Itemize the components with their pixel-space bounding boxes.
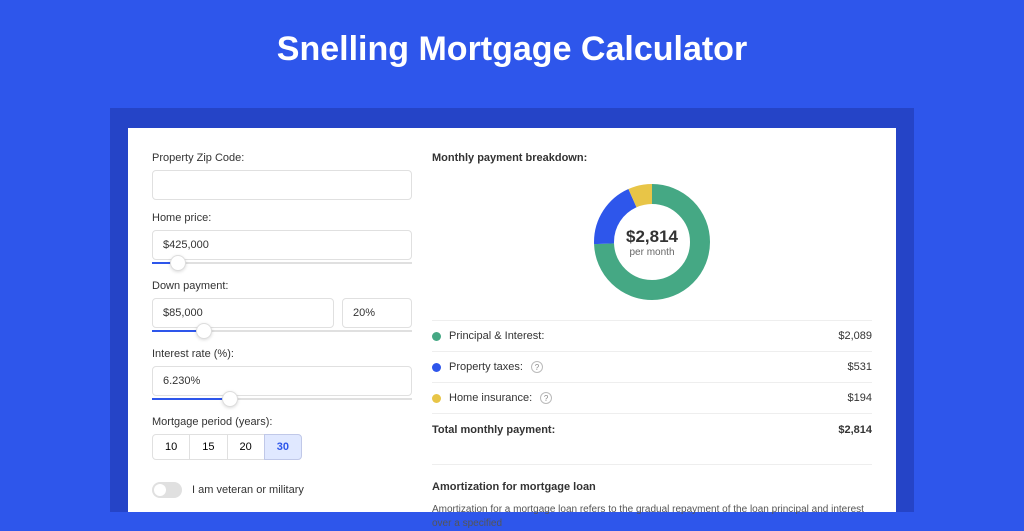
down-payment-pct-input[interactable] xyxy=(342,298,412,328)
total-label: Total monthly payment: xyxy=(432,424,555,436)
donut-center: $2,814 per month xyxy=(592,182,712,302)
rate-label: Interest rate (%): xyxy=(152,348,412,360)
amortization-title: Amortization for mortgage loan xyxy=(432,481,872,493)
down-payment-input[interactable] xyxy=(152,298,334,328)
legend-label: Property taxes: xyxy=(449,361,523,373)
home-price-slider[interactable] xyxy=(152,258,412,268)
veteran-label: I am veteran or military xyxy=(192,484,304,496)
legend-label: Home insurance: xyxy=(449,392,532,404)
form-column: Property Zip Code: Home price: Down paym… xyxy=(152,152,412,488)
legend-row-taxes: Property taxes: ? $531 xyxy=(432,351,872,382)
veteran-toggle[interactable] xyxy=(152,482,182,498)
amortization-section: Amortization for mortgage loan Amortizat… xyxy=(432,464,872,531)
period-button-15[interactable]: 15 xyxy=(189,434,227,460)
dot-icon xyxy=(432,363,441,372)
slider-fill xyxy=(152,398,230,400)
slider-thumb[interactable] xyxy=(170,255,186,271)
zip-input[interactable] xyxy=(152,170,412,200)
calculator-panel: Property Zip Code: Home price: Down paym… xyxy=(128,128,896,512)
period-button-20[interactable]: 20 xyxy=(227,434,265,460)
home-price-label: Home price: xyxy=(152,212,412,224)
slider-thumb[interactable] xyxy=(222,391,238,407)
legend-row-principal: Principal & Interest: $2,089 xyxy=(432,320,872,351)
period-button-10[interactable]: 10 xyxy=(152,434,190,460)
dot-icon xyxy=(432,394,441,403)
breakdown-column: Monthly payment breakdown: $2,814 per mo… xyxy=(432,152,872,488)
rate-slider[interactable] xyxy=(152,394,412,404)
donut-value: $2,814 xyxy=(626,227,678,247)
total-row: Total monthly payment: $2,814 xyxy=(432,413,872,446)
home-price-input[interactable] xyxy=(152,230,412,260)
legend-value: $2,089 xyxy=(838,330,872,342)
down-payment-slider[interactable] xyxy=(152,326,412,336)
donut-chart: $2,814 per month xyxy=(592,182,712,302)
legend-value: $194 xyxy=(848,392,872,404)
total-value: $2,814 xyxy=(838,424,872,436)
legend-label: Principal & Interest: xyxy=(449,330,544,342)
legend-row-insurance: Home insurance: ? $194 xyxy=(432,382,872,413)
toggle-knob xyxy=(154,484,166,496)
amortization-text: Amortization for a mortgage loan refers … xyxy=(432,503,872,531)
donut-chart-wrap: $2,814 per month xyxy=(432,172,872,320)
page-title: Snelling Mortgage Calculator xyxy=(0,0,1024,79)
legend-value: $531 xyxy=(848,361,872,373)
donut-sub: per month xyxy=(629,247,674,258)
rate-input[interactable] xyxy=(152,366,412,396)
period-button-group: 10 15 20 30 xyxy=(152,434,412,460)
breakdown-title: Monthly payment breakdown: xyxy=(432,152,872,172)
period-button-30[interactable]: 30 xyxy=(264,434,302,460)
zip-label: Property Zip Code: xyxy=(152,152,412,164)
period-label: Mortgage period (years): xyxy=(152,416,412,428)
slider-thumb[interactable] xyxy=(196,323,212,339)
help-icon[interactable]: ? xyxy=(531,361,543,373)
slider-track xyxy=(152,262,412,264)
down-payment-label: Down payment: xyxy=(152,280,412,292)
dot-icon xyxy=(432,332,441,341)
help-icon[interactable]: ? xyxy=(540,392,552,404)
